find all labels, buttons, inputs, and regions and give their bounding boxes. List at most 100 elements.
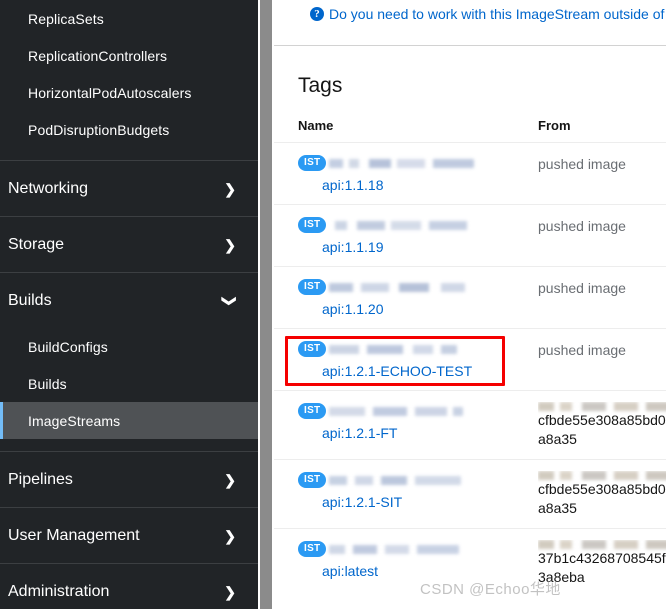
tag-name-line: IST	[298, 471, 538, 489]
page-title: Tags	[298, 74, 343, 97]
chevron-right-icon	[224, 473, 236, 487]
chevron-down-icon	[224, 294, 236, 308]
redacted-tag-name	[329, 220, 482, 230]
redacted-tag-name	[329, 344, 458, 354]
from-hash-value: cfbde55e308a85bd0 a8a35	[538, 411, 666, 449]
cell-name: IST api:1.2.1-ECHOO-TEST	[298, 340, 538, 380]
sidebar-group-builds[interactable]: Builds	[0, 273, 258, 328]
sidebar-item-label: ImageStreams	[28, 412, 121, 429]
sidebar-item-imagestreams[interactable]: ImageStreams	[0, 402, 258, 439]
cell-from: pushed image	[538, 154, 666, 194]
tag-name-line: IST	[298, 278, 538, 296]
imagestreamtag-badge: IST	[298, 155, 327, 171]
sidebar-group-user-management[interactable]: User Management	[0, 508, 258, 563]
tag-link[interactable]: api:1.1.19	[298, 239, 538, 256]
cell-name: IST api:1.2.1-SIT	[298, 471, 538, 518]
from-value: pushed image	[538, 342, 626, 358]
tag-link[interactable]: api:1.2.1-FT	[298, 425, 538, 442]
openshift-console-screenshot: ReplicaSets ReplicationControllers Horiz…	[0, 0, 666, 609]
watermark: CSDN @Echoo华地	[420, 581, 561, 598]
sidebar-item-buildconfigs[interactable]: BuildConfigs	[0, 328, 258, 365]
from-hash-line1: cfbde55e308a85bd0	[538, 481, 666, 497]
tag-name-line: IST	[298, 216, 538, 234]
sidebar-item-label: HorizontalPodAutoscalers	[28, 84, 192, 101]
imagestreamtag-badge: IST	[298, 472, 327, 488]
sidebar-group-label: Administration	[8, 582, 110, 600]
sidebar-group-label: Builds	[8, 291, 52, 309]
imagestreamtag-badge: IST	[298, 217, 327, 233]
column-header-from: From	[538, 118, 571, 133]
workloads-subnav-group: ReplicaSets ReplicationControllers Horiz…	[0, 0, 258, 148]
imagestreamtag-badge: IST	[298, 403, 327, 419]
sidebar-item-label: Builds	[28, 375, 67, 392]
tags-table: Name From IST api:1.1.18 pushed image IS…	[274, 118, 666, 597]
help-circle-icon: ?	[310, 7, 324, 21]
cell-from: pushed image	[538, 278, 666, 318]
sidebar-group-administration[interactable]: Administration	[0, 564, 258, 609]
sidebar-item-replicationcontrollers[interactable]: ReplicationControllers	[0, 37, 258, 74]
cell-from: pushed image	[538, 340, 666, 380]
redacted-from-prefix	[538, 540, 666, 549]
sidebar-group-storage[interactable]: Storage	[0, 217, 258, 272]
tag-link[interactable]: api:1.2.1-ECHOO-TEST	[298, 363, 538, 380]
sidebar-group-label: Storage	[8, 235, 65, 253]
sidebar-group-label: Networking	[8, 179, 89, 197]
from-value: pushed image	[538, 156, 626, 172]
tag-name-line: IST	[298, 540, 538, 558]
tag-name-line: IST	[298, 402, 538, 420]
table-row[interactable]: IST api:1.2.1-SIT cfbde55e308a85bd0 a8a3…	[274, 459, 666, 528]
scrollbar-thumb[interactable]	[260, 0, 272, 609]
from-hash-line2: a8a35	[538, 500, 577, 516]
redacted-tag-name	[329, 544, 460, 554]
imagestreamtag-badge: IST	[298, 341, 327, 357]
table-row-highlighted[interactable]: IST api:1.2.1-ECHOO-TEST pushed image	[274, 328, 666, 390]
builds-subnav-group: BuildConfigs Builds ImageStreams	[0, 328, 258, 439]
sidebar-group-pipelines[interactable]: Pipelines	[0, 452, 258, 507]
sidebar-item-label: PodDisruptionBudgets	[28, 121, 170, 138]
cell-name: IST api:1.1.20	[298, 278, 538, 318]
info-banner: ? Do you need to work with this ImageStr…	[274, 0, 666, 22]
from-hash-line1: 37b1c43268708545f	[538, 550, 666, 566]
chevron-right-icon	[224, 529, 236, 543]
cell-name: IST api:1.1.19	[298, 216, 538, 256]
from-hash-line2: a8a35	[538, 431, 577, 447]
tag-link[interactable]: api:1.1.18	[298, 177, 538, 194]
redacted-tag-name	[329, 475, 462, 485]
redacted-tag-name	[329, 406, 464, 416]
imagestreamtag-badge: IST	[298, 279, 327, 295]
tag-name-line: IST	[298, 154, 538, 172]
from-value: pushed image	[538, 280, 626, 296]
redacted-tag-name	[329, 158, 475, 168]
sidebar-item-horizontalpodautoscalers[interactable]: HorizontalPodAutoscalers	[0, 74, 258, 111]
chevron-right-icon	[224, 585, 236, 599]
sidebar-item-label: BuildConfigs	[28, 338, 108, 355]
primary-sidebar-nav[interactable]: ReplicaSets ReplicationControllers Horiz…	[0, 0, 258, 609]
table-row[interactable]: IST api:1.1.20 pushed image	[274, 266, 666, 328]
table-row[interactable]: IST api:1.1.19 pushed image	[274, 204, 666, 266]
sidebar-group-networking[interactable]: Networking	[0, 161, 258, 216]
tag-link[interactable]: api:1.1.20	[298, 301, 538, 318]
cell-name: IST api:1.1.18	[298, 154, 538, 194]
imagestreamtag-badge: IST	[298, 541, 327, 557]
sidebar-item-builds[interactable]: Builds	[0, 365, 258, 402]
from-hash-value: cfbde55e308a85bd0 a8a35	[538, 480, 666, 518]
info-banner-link[interactable]: Do you need to work with this ImageStrea…	[329, 6, 664, 22]
table-row[interactable]: IST api:1.1.18 pushed image	[274, 142, 666, 204]
redacted-from-prefix	[538, 402, 666, 411]
page-scrollbar[interactable]	[258, 0, 274, 609]
cell-name: IST api:1.2.1-FT	[298, 402, 538, 449]
table-header-row: Name From	[274, 118, 666, 142]
imagestream-detail-content: ? Do you need to work with this ImageStr…	[274, 0, 666, 609]
cell-from: pushed image	[538, 216, 666, 256]
table-row[interactable]: IST api:1.2.1-FT cfbde55e308a85bd0 a8a35	[274, 390, 666, 459]
chevron-right-icon	[224, 182, 236, 196]
sidebar-item-label: ReplicaSets	[28, 10, 104, 27]
sidebar-item-replicasets[interactable]: ReplicaSets	[0, 0, 258, 37]
from-value: pushed image	[538, 218, 626, 234]
sidebar-group-label: User Management	[8, 526, 140, 544]
sidebar-item-poddisruptionbudgets[interactable]: PodDisruptionBudgets	[0, 111, 258, 148]
from-hash-line1: cfbde55e308a85bd0	[538, 412, 666, 428]
tag-link[interactable]: api:1.2.1-SIT	[298, 494, 538, 511]
